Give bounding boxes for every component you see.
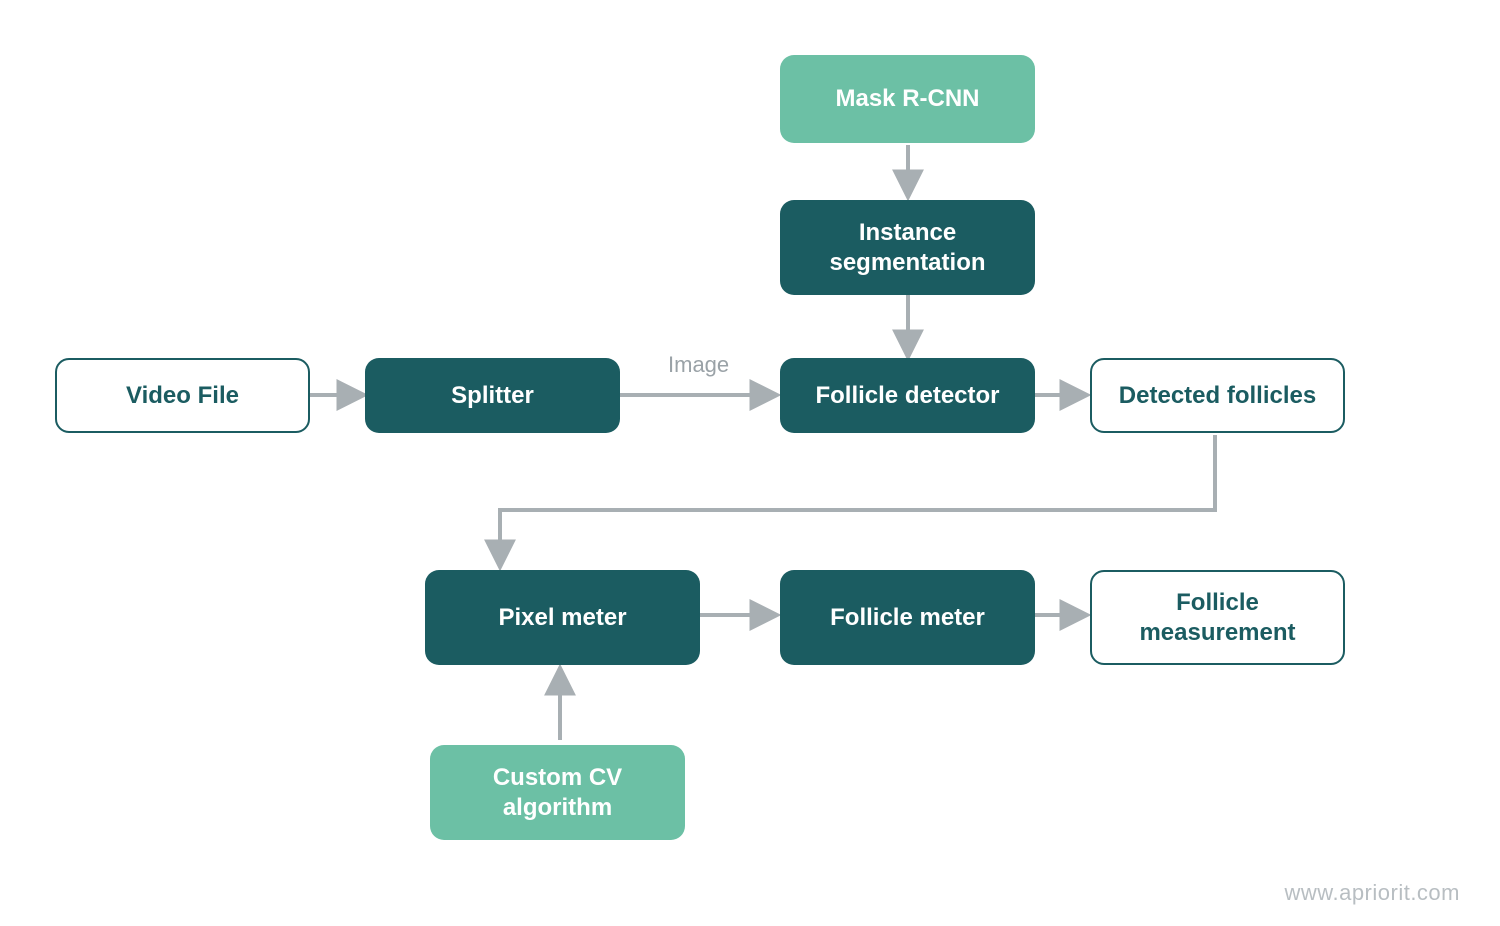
footer-attribution: www.apriorit.com <box>1285 880 1460 906</box>
node-pixel-meter: Pixel meter <box>425 570 700 665</box>
node-detected-follicles: Detected follicles <box>1090 358 1345 433</box>
node-instance-segmentation: Instancesegmentation <box>780 200 1035 295</box>
node-splitter: Splitter <box>365 358 620 433</box>
arrow-layer <box>0 0 1500 926</box>
arrow-detected-to-pixelmeter <box>500 435 1215 565</box>
node-follicle-measurement: Folliclemeasurement <box>1090 570 1345 665</box>
node-follicle-meter: Follicle meter <box>780 570 1035 665</box>
node-mask-rcnn: Mask R-CNN <box>780 55 1035 143</box>
node-custom-cv-algorithm: Custom CValgorithm <box>430 745 685 840</box>
node-video-file: Video File <box>55 358 310 433</box>
edge-label-image: Image <box>668 352 729 378</box>
node-follicle-detector: Follicle detector <box>780 358 1035 433</box>
